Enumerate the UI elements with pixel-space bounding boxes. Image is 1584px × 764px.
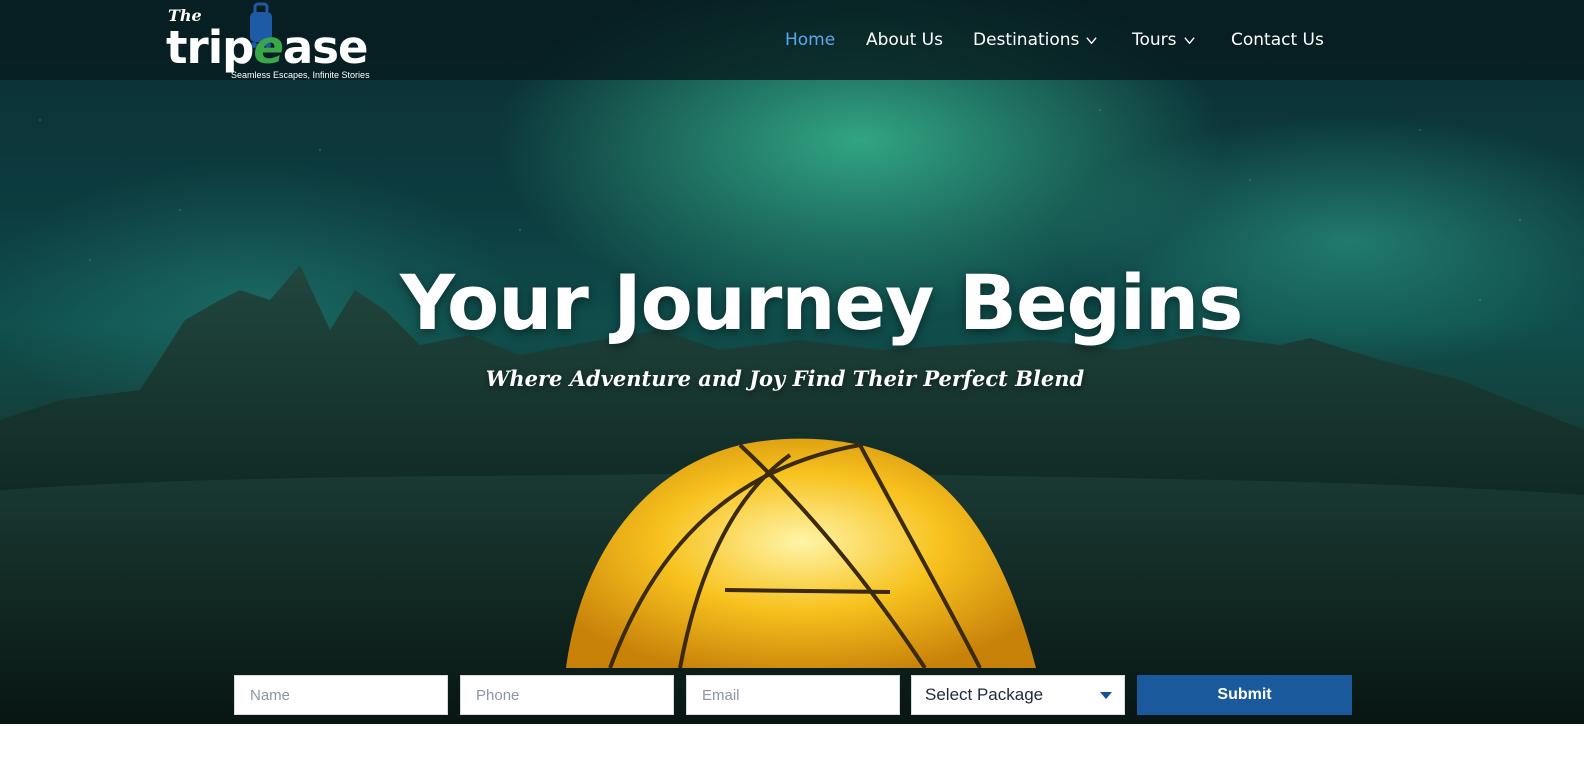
phone-input[interactable]	[460, 675, 674, 715]
nav-about-us-label: About Us	[866, 30, 943, 50]
nav-contact-us[interactable]: Contact Us	[1231, 28, 1324, 52]
submit-button[interactable]: Submit	[1137, 675, 1352, 715]
nav-destinations-label: Destinations	[973, 30, 1080, 50]
hero-section	[0, 0, 1584, 724]
logo-word-ase: ase	[282, 21, 369, 74]
site-header: The tripease Seamless Escapes, Infinite …	[0, 0, 1584, 80]
nav-contact-us-label: Contact Us	[1231, 30, 1324, 50]
nav-destinations[interactable]: Destinations	[973, 28, 1098, 52]
chevron-down-icon	[1086, 36, 1098, 44]
nav-tours[interactable]: Tours	[1132, 28, 1196, 52]
logo-word-trip: trip	[166, 21, 254, 74]
chevron-down-icon	[1183, 36, 1195, 44]
package-select[interactable]: Select Package	[911, 675, 1125, 715]
hero-subheadline: Where Adventure and Joy Find Their Perfe…	[485, 366, 1085, 391]
nav-tours-label: Tours	[1132, 30, 1177, 50]
caret-down-icon	[1100, 692, 1112, 699]
nav-home-label: Home	[785, 30, 836, 50]
logo-wordmark: tripease	[166, 18, 369, 78]
below-fold-section	[0, 724, 1584, 764]
hero-headline: Your Journey Begins	[400, 258, 1243, 347]
nav-about-us[interactable]: About Us	[866, 28, 943, 52]
name-input[interactable]	[234, 675, 448, 715]
package-select-value: Select Package	[925, 685, 1044, 704]
hero-scene-illustration	[0, 265, 1584, 724]
email-input[interactable]	[686, 675, 900, 715]
logo-word-e: e	[253, 21, 284, 74]
site-logo[interactable]: The tripease Seamless Escapes, Infinite …	[160, 2, 390, 82]
nav-home[interactable]: Home	[785, 28, 835, 52]
logo-tagline: Seamless Escapes, Infinite Stories	[231, 70, 370, 80]
